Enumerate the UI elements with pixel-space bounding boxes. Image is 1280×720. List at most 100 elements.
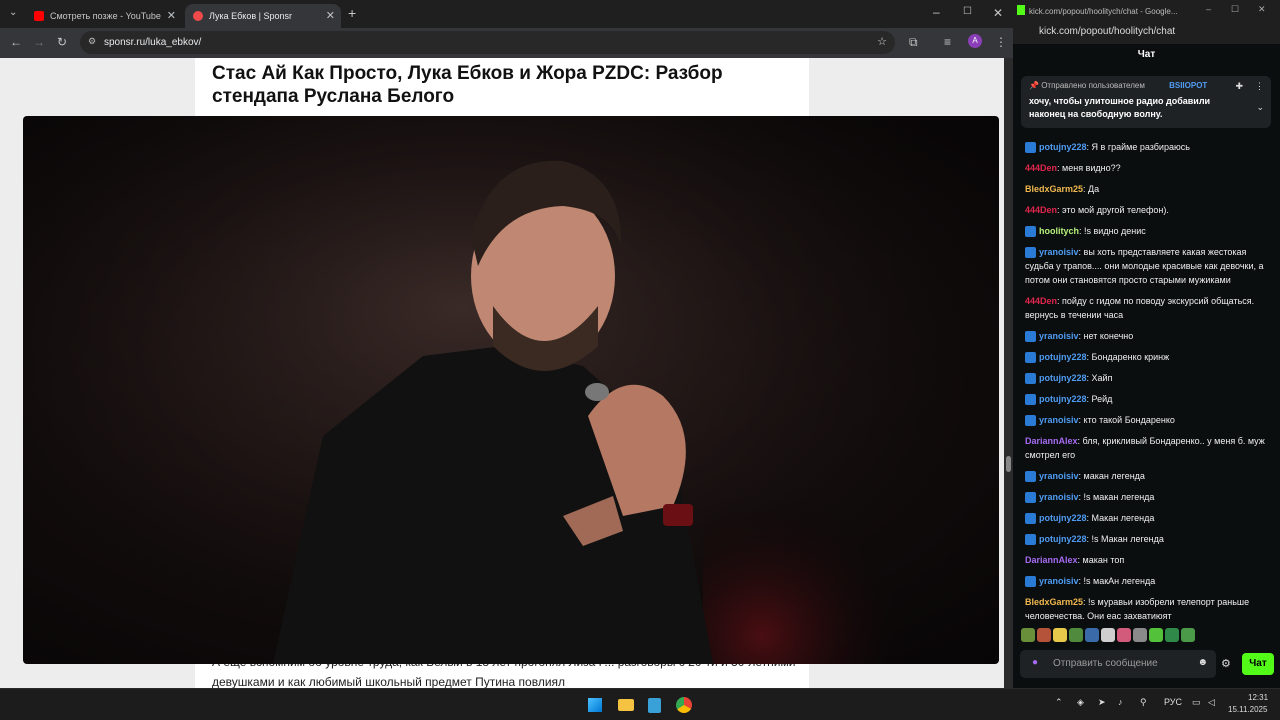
chat-username[interactable]: hoolitych: [1039, 226, 1079, 236]
chat-username[interactable]: potujny228: [1039, 373, 1087, 383]
chat-message-input[interactable]: ● Отправить сообщение ☻: [1020, 650, 1216, 678]
chat-username[interactable]: yranoisiv: [1039, 576, 1079, 586]
emote-icon[interactable]: [1085, 628, 1099, 642]
chat-username[interactable]: 444Den: [1025, 163, 1057, 173]
chat-message: BledxGarm25: !s муравьи изобрели телепор…: [1025, 595, 1273, 623]
page-scrollbar[interactable]: [1004, 58, 1013, 688]
chat-message-text: !s макан легенда: [1083, 492, 1155, 502]
forward-icon[interactable]: →: [33, 35, 45, 49]
minimize-icon[interactable]: –: [933, 5, 940, 19]
chat-message: yranoisiv: кто такой Бондаренко: [1025, 413, 1273, 427]
pinned-text: хочу, чтобы улитошное радио добавили нак…: [1029, 96, 1211, 119]
chat-username[interactable]: potujny228: [1039, 352, 1087, 362]
chat-settings-icon[interactable]: ⚙: [1221, 657, 1231, 670]
network-icon[interactable]: ▭: [1192, 697, 1201, 708]
emote-icon[interactable]: [1165, 628, 1179, 642]
pinned-expand-icon[interactable]: ⌄: [1256, 102, 1264, 113]
chat-username[interactable]: yranoisiv: [1039, 471, 1079, 481]
chat-username[interactable]: DariannAlex: [1025, 555, 1078, 565]
close-window-icon[interactable]: ✕: [993, 6, 1003, 20]
tray-app-icon[interactable]: ◈: [1077, 697, 1084, 708]
tray-microphone-icon[interactable]: ⚲: [1140, 697, 1147, 708]
minimize-icon[interactable]: –: [1206, 4, 1211, 14]
emote-icon[interactable]: [1149, 628, 1163, 642]
maximize-icon[interactable]: ☐: [963, 6, 972, 17]
user-badge-icon: [1025, 513, 1036, 525]
chrome-icon[interactable]: [676, 697, 692, 713]
emote-icon[interactable]: [1101, 628, 1115, 642]
pinned-menu-icon[interactable]: ⋮: [1255, 81, 1264, 92]
chat-username[interactable]: potujny228: [1039, 394, 1087, 404]
tab-sponsr[interactable]: Лука Ебков | Sponsr ✕: [185, 4, 341, 28]
reload-icon[interactable]: ↻: [57, 35, 67, 49]
windows-start-icon[interactable]: [588, 698, 602, 712]
emote-icon[interactable]: [1133, 628, 1147, 642]
emote-icon[interactable]: [1181, 628, 1195, 642]
chat-username[interactable]: BledxGarm25: [1025, 184, 1083, 194]
video-player[interactable]: [23, 116, 999, 664]
close-tab-icon[interactable]: ✕: [167, 9, 176, 22]
pinned-label: Отправлено пользователем: [1041, 81, 1145, 90]
emote-icon[interactable]: [1053, 628, 1067, 642]
chat-message-text: !s видно денис: [1084, 226, 1146, 236]
maximize-icon[interactable]: ☐: [1231, 4, 1239, 15]
article-title: Стас Ай Как Просто, Лука Ебков и Жора PZ…: [212, 63, 723, 107]
chat-message-text: макан легенда: [1083, 471, 1145, 481]
address-bar[interactable]: ⚙ sponsr.ru/luka_ebkov/ ☆: [80, 31, 895, 54]
chat-message: DariannAlex: макан топ: [1025, 553, 1273, 567]
chat-username[interactable]: yranoisiv: [1039, 247, 1079, 257]
scroll-thumb[interactable]: [1006, 456, 1011, 472]
new-tab-button[interactable]: +: [348, 5, 356, 21]
video-frame-image: [23, 116, 999, 664]
chat-username[interactable]: potujny228: [1039, 534, 1087, 544]
tray-overflow-icon[interactable]: ⌃: [1055, 697, 1063, 708]
keyboard-language[interactable]: РУС: [1164, 697, 1182, 707]
chat-message: potujny228: Я в грайме разбираюсь: [1025, 140, 1273, 154]
emoji-icon[interactable]: ☻: [1197, 657, 1208, 668]
close-tab-icon[interactable]: ✕: [326, 9, 335, 22]
chat-username[interactable]: BledxGarm25: [1025, 597, 1083, 607]
emote-icon[interactable]: [1021, 628, 1035, 642]
chat-username[interactable]: 444Den: [1025, 205, 1057, 215]
taskbar: ⌃ ◈ ➤ ♪ ⚲ РУС ▭ ◁ 12:31 15.11.2025: [0, 688, 1280, 720]
send-chat-button[interactable]: Чат: [1242, 653, 1274, 675]
chat-message-text: Я в грайме разбираюсь: [1091, 142, 1190, 152]
extensions-icon[interactable]: ⧉: [909, 35, 918, 50]
emote-icon[interactable]: [1117, 628, 1131, 642]
chat-username[interactable]: yranoisiv: [1039, 415, 1079, 425]
chat-url-bar[interactable]: kick.com/popout/hoolitych/chat: [1013, 22, 1280, 44]
bookmark-star-icon[interactable]: ☆: [877, 35, 887, 48]
chat-username[interactable]: DariannAlex: [1025, 436, 1078, 446]
chat-window-title: kick.com/popout/hoolitych/chat - Google.…: [1029, 6, 1178, 16]
tab-search-icon[interactable]: ⌄: [9, 7, 17, 18]
chat-message-text: нет конечно: [1083, 331, 1134, 341]
emote-icon[interactable]: [1069, 628, 1083, 642]
pin-toggle-icon[interactable]: ✚: [1235, 81, 1243, 92]
user-badge-icon: [1025, 331, 1036, 343]
tab-label: Смотреть позже - YouTube: [50, 11, 161, 21]
chat-username[interactable]: yranoisiv: [1039, 331, 1079, 341]
close-window-icon[interactable]: ✕: [1258, 4, 1266, 15]
chat-message-text: кто такой Бондаренко: [1083, 415, 1175, 425]
chat-message: potujny228: Рейд: [1025, 392, 1273, 406]
clock-date[interactable]: 15.11.2025: [1228, 705, 1267, 714]
emote-icon[interactable]: [1037, 628, 1051, 642]
profile-avatar[interactable]: A: [968, 34, 982, 48]
back-icon[interactable]: ←: [10, 35, 22, 49]
file-explorer-icon[interactable]: [618, 699, 634, 711]
tray-volume-icon[interactable]: ♪: [1118, 697, 1123, 707]
chat-username[interactable]: potujny228: [1039, 142, 1087, 152]
menu-icon[interactable]: ⋮: [995, 35, 1007, 49]
microphone-icon[interactable]: ●: [1032, 657, 1038, 668]
tab-label: Лука Ебков | Sponsr: [209, 11, 292, 21]
chat-username[interactable]: yranoisiv: [1039, 492, 1079, 502]
media-control-icon[interactable]: ≡: [944, 35, 951, 49]
telegram-icon[interactable]: ➤: [1098, 697, 1106, 708]
chat-username[interactable]: potujny228: [1039, 513, 1087, 523]
clock-time[interactable]: 12:31: [1248, 693, 1268, 702]
chat-username[interactable]: 444Den: [1025, 296, 1057, 306]
site-info-icon[interactable]: ⚙: [88, 36, 96, 47]
tab-youtube[interactable]: Смотреть позже - YouTube ✕: [26, 4, 182, 28]
notepad-icon[interactable]: [648, 698, 661, 713]
speaker-icon[interactable]: ◁: [1208, 697, 1215, 708]
